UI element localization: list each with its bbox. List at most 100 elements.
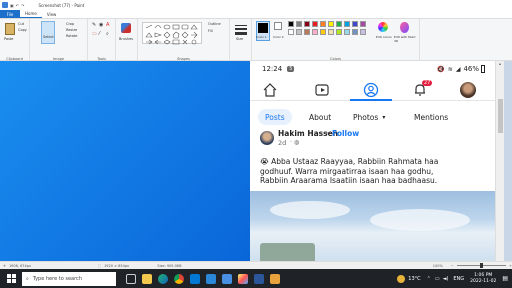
store-icon[interactable]	[190, 273, 200, 284]
battery-percent: 46%	[463, 65, 479, 73]
cut-button[interactable]: Cut	[18, 22, 24, 26]
language-indicator[interactable]: ENG	[453, 276, 464, 282]
palette-swatch[interactable]	[312, 21, 318, 27]
post-author-avatar[interactable]	[260, 131, 274, 145]
tools-group: ✎ ◉ A ▭ ⁄ ⌕ Tools	[88, 19, 116, 62]
edit-colors-icon[interactable]	[378, 22, 388, 32]
canvas-area[interactable]: 12:24 5 🔇 ≋ ◢ 46% 27 Posts About Photos …	[0, 61, 512, 261]
chrome-icon[interactable]	[174, 273, 184, 284]
clock[interactable]: 1:06 PM 2022-11-02	[470, 273, 496, 285]
avatar[interactable]	[460, 82, 476, 98]
watch-icon[interactable]	[314, 82, 330, 98]
zoom-slider[interactable]	[456, 263, 507, 268]
paint3d-icon[interactable]	[400, 22, 409, 33]
save-icon[interactable]: ▣	[10, 3, 14, 8]
palette-swatch[interactable]	[336, 21, 342, 27]
photos-icon[interactable]	[222, 273, 232, 284]
palette-swatch[interactable]	[344, 21, 350, 27]
palette-swatch[interactable]	[352, 29, 358, 35]
palette-swatch[interactable]	[360, 21, 366, 27]
windows-start-icon[interactable]	[7, 274, 16, 283]
file-explorer-icon[interactable]	[142, 273, 152, 284]
notification-center-icon[interactable]: ▤	[502, 275, 508, 282]
volume-icon[interactable]: ◄)	[443, 276, 449, 282]
taskbar-search[interactable]: ⌕ Type here to search	[22, 271, 116, 286]
post-author-name[interactable]: Hakim Hassen	[278, 129, 338, 138]
size-button[interactable]: Size	[236, 37, 243, 41]
task-view-icon[interactable]	[126, 273, 136, 284]
notif-count-badge: 5	[287, 66, 295, 72]
tab-view[interactable]: View	[42, 10, 62, 18]
tab-home[interactable]: Home	[20, 10, 42, 18]
fill-dropdown[interactable]: Fill	[208, 29, 213, 33]
vertical-scrollbar[interactable]: ▴	[495, 61, 504, 261]
eraser-icon[interactable]: ▭	[92, 31, 97, 37]
palette-swatch[interactable]	[360, 29, 366, 35]
crop-button[interactable]: Crop	[66, 22, 74, 26]
brushes-button[interactable]: Brushes	[119, 37, 133, 41]
fill-icon[interactable]: ◉	[99, 22, 103, 28]
resize-button[interactable]: Resize	[66, 28, 77, 32]
pencil-icon[interactable]: ✎	[92, 22, 96, 28]
edit-colors-button[interactable]: Edit colors	[376, 35, 392, 39]
colors-group: Color 1 Color 2 Edit colors Edit with Pa…	[252, 19, 420, 62]
network-icon[interactable]: ▭	[435, 276, 440, 282]
select-label: Select	[43, 35, 54, 39]
copy-button[interactable]: Copy	[18, 28, 27, 32]
palette-swatch[interactable]	[296, 29, 302, 35]
edge-icon[interactable]	[158, 273, 168, 284]
tab-posts[interactable]: Posts	[258, 109, 292, 125]
color-palette	[288, 21, 372, 37]
color2-fill	[274, 22, 282, 30]
palette-swatch[interactable]	[304, 21, 310, 27]
palette-swatch[interactable]	[304, 29, 310, 35]
profile-icon[interactable]	[363, 82, 379, 98]
follow-link[interactable]: Follow	[332, 129, 359, 138]
selection-icon: ⬚	[97, 263, 102, 268]
scroll-thumb[interactable]	[498, 99, 503, 133]
palette-swatch[interactable]	[336, 29, 342, 35]
palette-swatch[interactable]	[296, 21, 302, 27]
palette-swatch[interactable]	[344, 29, 350, 35]
mail-icon[interactable]	[206, 273, 216, 284]
palette-swatch[interactable]	[320, 29, 326, 35]
app-icon[interactable]	[270, 273, 280, 284]
shapes-gallery[interactable]	[142, 22, 202, 45]
palette-swatch[interactable]	[328, 29, 334, 35]
rotate-button[interactable]: Rotate	[66, 34, 77, 38]
text-icon[interactable]: A	[106, 22, 109, 28]
palette-swatch[interactable]	[328, 21, 334, 27]
palette-swatch[interactable]	[288, 21, 294, 27]
paste-icon[interactable]	[5, 23, 15, 35]
palette-swatch[interactable]	[352, 21, 358, 27]
zoom-out-button[interactable]: −	[451, 264, 454, 268]
file-menu[interactable]: File	[0, 10, 20, 18]
tray-chevron-icon[interactable]: ⌃	[427, 276, 431, 282]
home-icon[interactable]	[262, 82, 278, 98]
post-photo[interactable]	[250, 191, 495, 261]
redo-icon[interactable]: ↷	[21, 3, 24, 8]
post-text: 😭 Abba Ustaaz Raayyaa, Rabbiin Rahmata h…	[260, 157, 490, 186]
window-title: Screenshot (77) - Paint	[38, 2, 85, 8]
select-button[interactable]	[41, 21, 55, 44]
palette-swatch[interactable]	[312, 29, 318, 35]
paste-button[interactable]: Paste	[4, 37, 13, 41]
cursor-position: 1906, 674px	[8, 263, 32, 268]
palette-swatch[interactable]	[288, 29, 294, 35]
edit-paint3d-button[interactable]: Edit with Paint 3D	[394, 35, 416, 43]
tab-about[interactable]: About	[302, 109, 338, 125]
tab-photos[interactable]: Photos ▾	[346, 109, 392, 125]
outline-dropdown[interactable]: Outline	[208, 22, 221, 26]
paint-taskbar-icon[interactable]	[238, 273, 248, 284]
undo-icon[interactable]: ↶	[16, 3, 19, 8]
palette-swatch[interactable]	[320, 21, 326, 27]
word-icon[interactable]	[254, 273, 264, 284]
size-icon[interactable]	[235, 23, 247, 35]
brush-icon[interactable]	[121, 23, 131, 33]
color-picker-icon[interactable]: ⁄	[99, 31, 100, 37]
magnifier-icon[interactable]: ⌕	[106, 31, 109, 37]
scroll-up-arrow[interactable]: ▴	[496, 61, 504, 66]
tab-mentions[interactable]: Mentions	[407, 109, 455, 125]
zoom-thumb[interactable]	[479, 263, 483, 268]
taskbar: ⌕ Type here to search 13°C ⌃ ▭ ◄) ENG 1:…	[0, 269, 512, 288]
